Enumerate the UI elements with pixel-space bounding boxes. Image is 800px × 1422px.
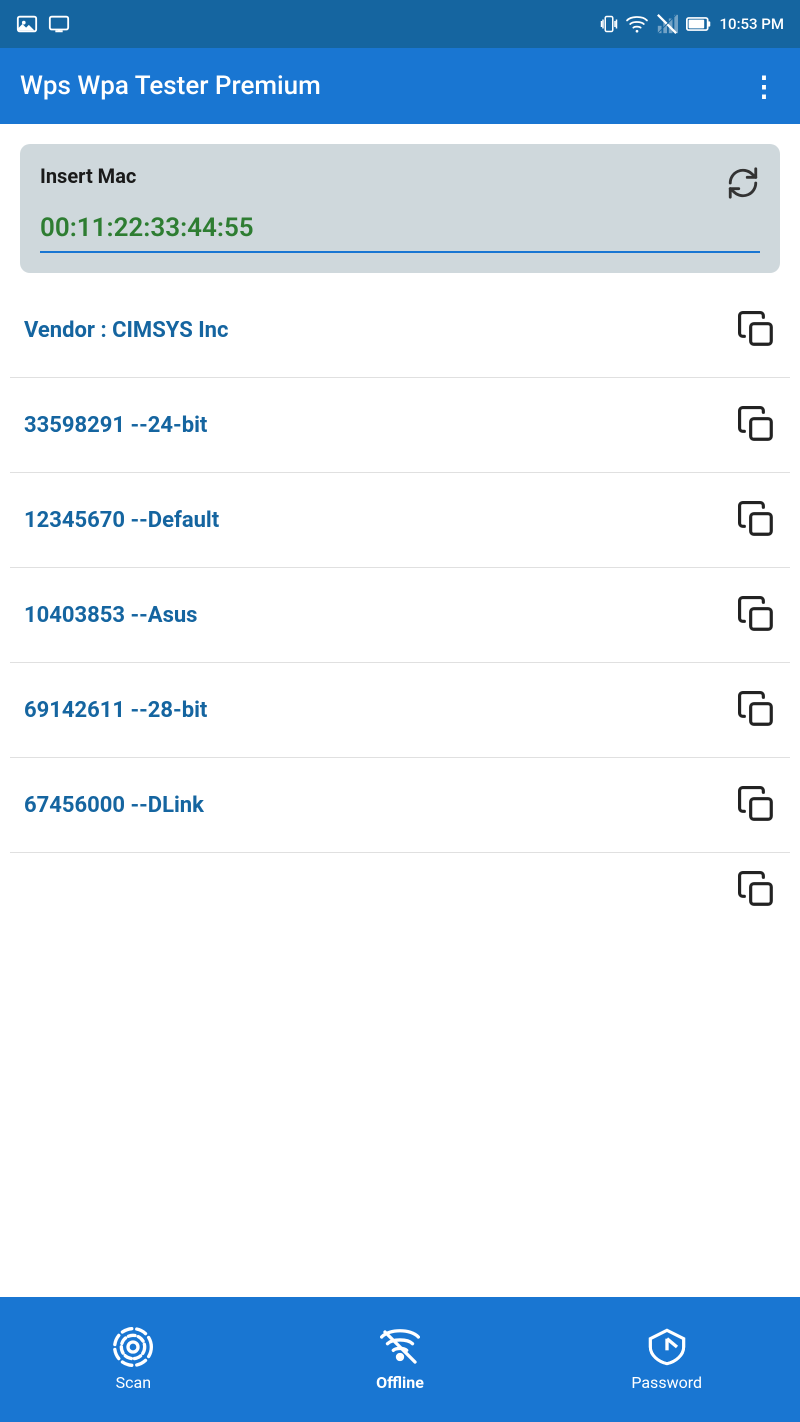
copy-icon[interactable]: [738, 786, 776, 824]
app-title: Wps Wpa Tester Premium: [20, 71, 321, 101]
list-item-text: 69142611 --28-bit: [24, 698, 207, 723]
nav-item-offline[interactable]: Offline: [267, 1327, 534, 1392]
list-item: 69142611 --28-bit: [10, 663, 790, 758]
wifi-icon: [626, 15, 648, 33]
password-nav-icon: [647, 1327, 687, 1367]
copy-icon[interactable]: [738, 406, 776, 444]
list-item-text: Vendor : CIMSYS Inc: [24, 318, 228, 343]
list-item: 10403853 --Asus: [10, 568, 790, 663]
battery-icon: [686, 15, 712, 33]
mac-value[interactable]: 00:11:22:33:44:55: [40, 213, 760, 243]
nav-label-scan: Scan: [116, 1373, 151, 1392]
copy-icon[interactable]: [738, 311, 776, 349]
refresh-icon[interactable]: [726, 166, 760, 207]
list-item: 67456000 --DLink: [10, 758, 790, 853]
vibrate-icon: [600, 13, 618, 35]
signal-off-icon: [656, 13, 678, 35]
nav-item-password[interactable]: Password: [533, 1327, 800, 1392]
status-bar-left: [16, 13, 70, 35]
list-item-text: 67456000 --DLink: [24, 793, 204, 818]
status-bar-right: 10:53 PM: [600, 13, 784, 35]
photo-icon: [16, 13, 38, 35]
offline-nav-icon: [380, 1327, 420, 1367]
list-item: 33598291 --24-bit: [10, 378, 790, 473]
nav-label-offline: Offline: [376, 1373, 424, 1392]
time-display: 10:53 PM: [720, 15, 784, 33]
nav-label-password: Password: [631, 1373, 702, 1392]
list-item-text: 10403853 --Asus: [24, 603, 198, 628]
overflow-menu-button[interactable]: ⋮: [750, 70, 780, 103]
list-item-partial: [10, 853, 790, 909]
scan-nav-icon: [113, 1327, 153, 1367]
status-bar: 10:53 PM: [0, 0, 800, 48]
content-area: Insert Mac 00:11:22:33:44:55 Vendor : CI…: [0, 124, 800, 1297]
copy-icon[interactable]: [738, 596, 776, 634]
list-item-text: 33598291 --24-bit: [24, 413, 207, 438]
bottom-nav: Scan Offline Password: [0, 1297, 800, 1422]
mac-divider: [40, 251, 760, 253]
mac-label: Insert Mac: [40, 164, 136, 188]
list-item: 12345670 --Default: [10, 473, 790, 568]
results-list: Vendor : CIMSYS Inc 33598291 --24-bit 12…: [0, 283, 800, 1297]
nav-item-scan[interactable]: Scan: [0, 1327, 267, 1392]
screen-icon: [48, 13, 70, 35]
copy-icon[interactable]: [738, 501, 776, 539]
copy-icon[interactable]: [738, 691, 776, 729]
app-bar: Wps Wpa Tester Premium ⋮: [0, 48, 800, 124]
list-item: Vendor : CIMSYS Inc: [10, 283, 790, 378]
copy-icon-partial[interactable]: [738, 871, 776, 909]
list-item-text: 12345670 --Default: [24, 508, 219, 533]
mac-card-header: Insert Mac: [40, 164, 760, 207]
mac-card: Insert Mac 00:11:22:33:44:55: [20, 144, 780, 273]
